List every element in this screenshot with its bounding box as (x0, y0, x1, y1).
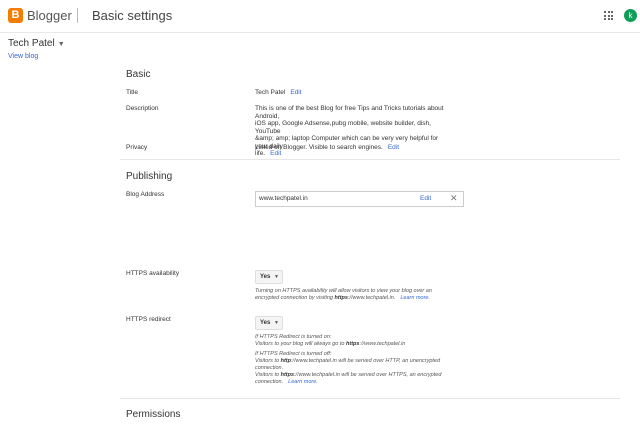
blog-address-value: www.techpatel.in (259, 195, 308, 202)
caret-down-icon: ▼ (274, 274, 279, 280)
note-text-bold: http (280, 358, 291, 364)
basic-heading: Basic (126, 69, 151, 80)
avatar[interactable]: k (624, 9, 637, 22)
note-text: Visitors to (255, 358, 281, 364)
description-line: iOS app, Google Adsense,pubg mobile, web… (255, 120, 431, 135)
brand-name[interactable]: Blogger (27, 8, 72, 23)
note-text: encrypted connection by visiting (255, 295, 335, 301)
section-divider (120, 159, 620, 160)
close-icon[interactable]: ✕ (450, 193, 458, 204)
note-line: Visitors to https://www.techpatel.in wil… (255, 372, 465, 379)
https-availability-note: Turning on HTTPS availability will allow… (255, 288, 465, 302)
note-line: If HTTPS Redirect is turned off: (255, 351, 332, 357)
privacy-label: Privacy (126, 144, 148, 151)
note-text: ://www.techpatel.in will be served over … (290, 358, 441, 364)
title-label: Title (126, 89, 139, 96)
https-availability-select[interactable]: Yes ▼ (255, 270, 283, 284)
https-redirect-value: Yes (260, 320, 271, 326)
privacy-edit-link[interactable]: Edit (388, 144, 399, 151)
https-redirect-learn-more-link[interactable]: Learn more. (288, 379, 318, 385)
note-text: connection. (255, 379, 284, 385)
note-line: Visitors to http://www.techpatel.in will… (255, 358, 465, 365)
title-value: Tech Patel (255, 89, 286, 96)
note-text: ://www.techpatel.in. (347, 295, 396, 301)
note-line: Turning on HTTPS availability will allow… (255, 288, 432, 294)
title-value-row: Tech Patel Edit (255, 89, 302, 97)
top-bar: B Blogger Basic settings k (0, 0, 640, 33)
title-divider (77, 8, 78, 23)
https-redirect-on-note: If HTTPS Redirect is turned on: Visitors… (255, 334, 465, 348)
description-line: This is one of the best Blog for free Ti… (255, 105, 444, 120)
https-availability-learn-more-link[interactable]: Learn more. (400, 295, 430, 301)
publishing-heading: Publishing (126, 171, 173, 182)
note-line: encrypted connection by visiting https:/… (255, 295, 465, 302)
note-text-bold: https (280, 372, 295, 378)
section-divider (120, 398, 620, 399)
note-text: ://www.techpatel.in will be served over … (294, 372, 442, 378)
caret-down-icon: ▼ (274, 320, 279, 326)
note-line: If HTTPS Redirect is turned on: (255, 334, 332, 340)
blog-selector[interactable]: Tech Patel ▼ (8, 38, 65, 49)
description-label: Description (126, 105, 159, 112)
blogger-logo-icon[interactable]: B (8, 8, 23, 23)
privacy-value: Listed on Blogger. Visible to search eng… (255, 144, 383, 151)
blog-address-edit-link[interactable]: Edit (420, 195, 431, 202)
note-text: ://www.techpatel.in (359, 341, 406, 347)
https-redirect-label: HTTPS redirect (126, 316, 171, 323)
page-title: Basic settings (92, 8, 173, 23)
apps-grid-icon[interactable] (604, 11, 613, 20)
permissions-heading: Permissions (126, 409, 181, 420)
https-redirect-select[interactable]: Yes ▼ (255, 316, 283, 330)
https-redirect-off-note: If HTTPS Redirect is turned off: Visitor… (255, 351, 465, 386)
note-text: Visitors to your blog will always go to (255, 341, 346, 347)
blog-name: Tech Patel (8, 38, 55, 49)
blog-address-field[interactable]: www.techpatel.in Edit ✕ (255, 191, 464, 207)
privacy-value-row: Listed on Blogger. Visible to search eng… (255, 144, 399, 152)
note-line: Visitors to your blog will always go to … (255, 341, 465, 348)
view-blog-link[interactable]: View blog (8, 53, 38, 60)
title-edit-link[interactable]: Edit (290, 89, 301, 96)
blog-address-label: Blog Address (126, 191, 165, 198)
https-availability-value: Yes (260, 274, 271, 280)
note-text-bold: https (334, 295, 348, 301)
note-line: connection. (255, 365, 284, 371)
https-availability-label: HTTPS availability (126, 270, 180, 277)
note-text: Visitors to (255, 372, 281, 378)
caret-down-icon: ▼ (57, 41, 65, 48)
note-line: connection. Learn more. (255, 379, 465, 386)
note-text-bold: https (346, 341, 360, 347)
